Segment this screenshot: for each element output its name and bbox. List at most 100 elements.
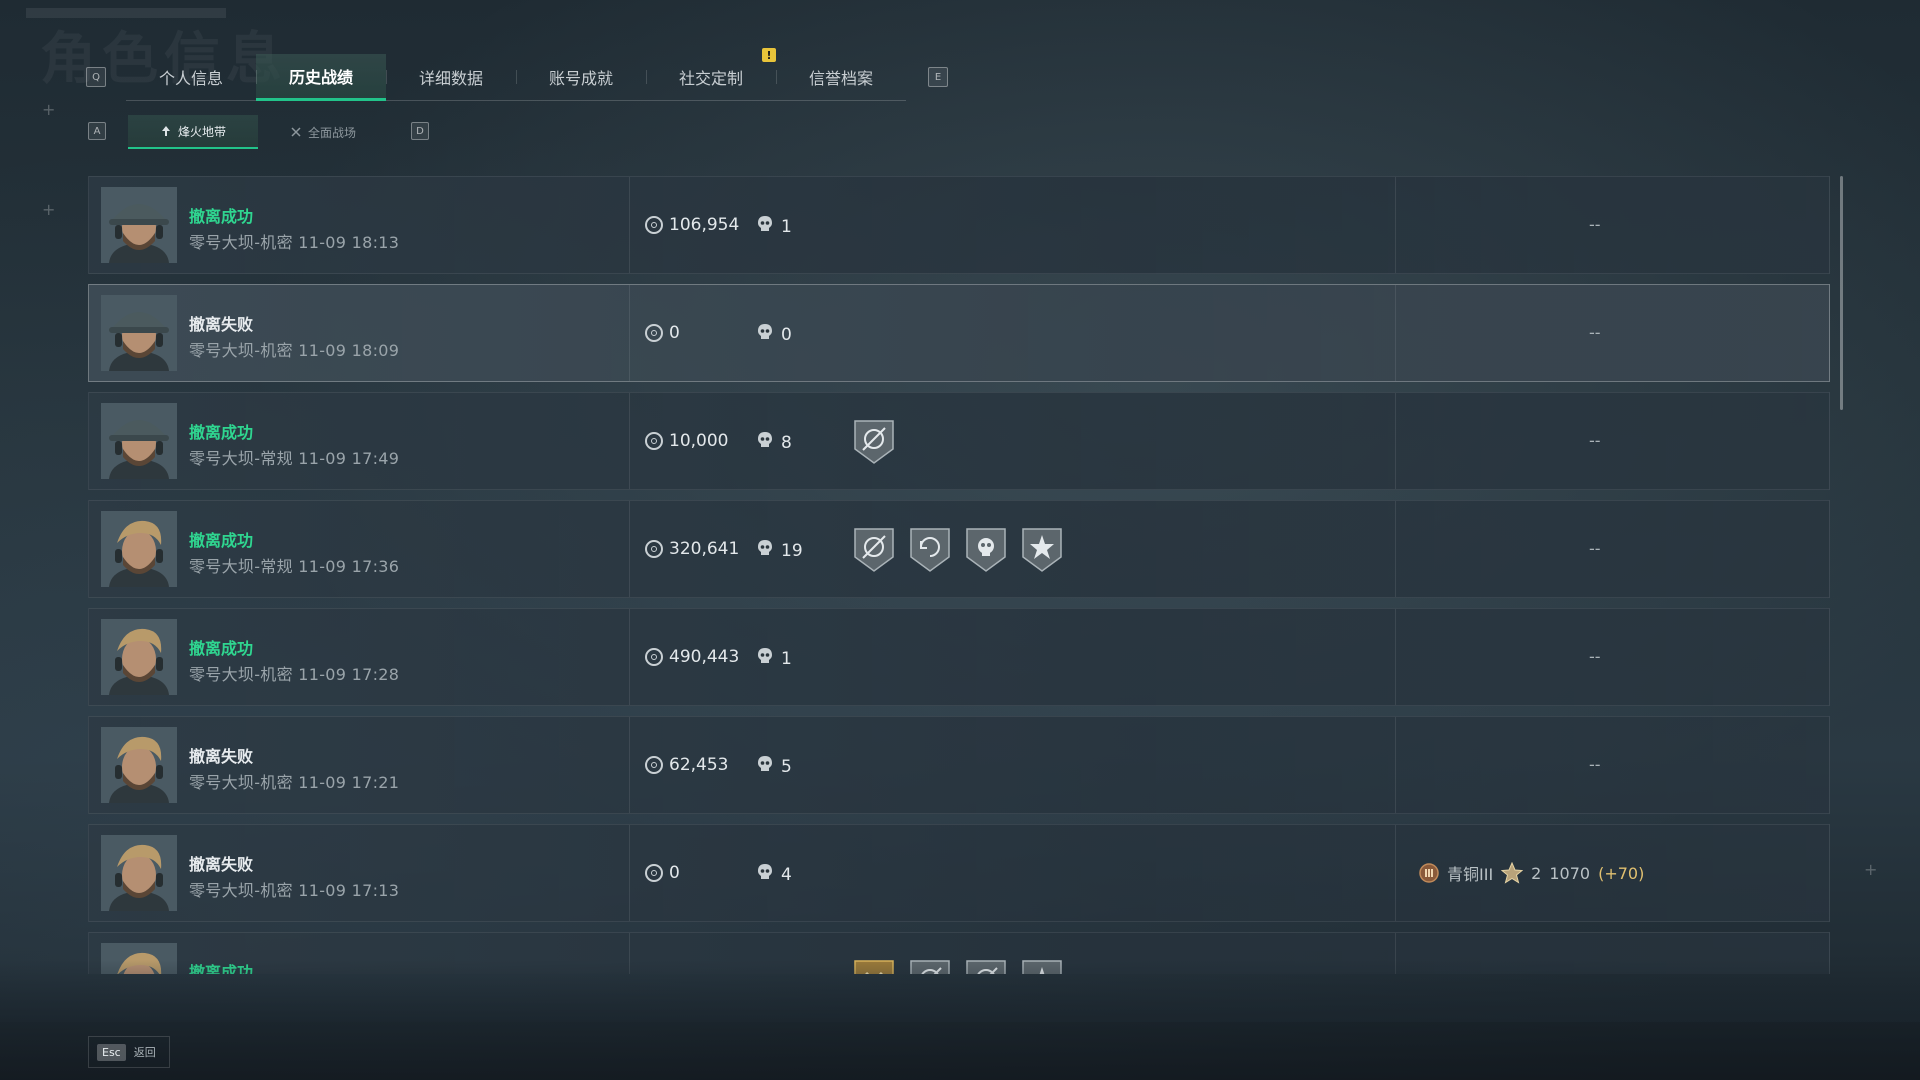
medal-list <box>851 417 897 467</box>
match-record-row[interactable]: 撤离失败 零号大坝-机密 11-09 17:13 0 4 青铜III 2 1070 (+70) <box>88 824 1830 922</box>
kill-count-text: 19 <box>781 540 803 561</box>
crosshair-mark: + <box>42 100 56 119</box>
loot-value-text: 62,453 <box>669 755 729 775</box>
operator-avatar <box>101 619 177 695</box>
kill-count: 8 <box>757 431 792 454</box>
match-record-row[interactable]: 撤离失败 零号大坝-机密 11-09 18:09 0 0 -- <box>88 284 1830 382</box>
extraction-status: 撤离成功 <box>189 531 254 550</box>
key-hint-a[interactable]: A <box>88 122 106 140</box>
crosshair-mark: + <box>1864 860 1878 879</box>
kill-count-text: 1 <box>781 648 792 669</box>
loot-value: 490,443 <box>645 647 739 667</box>
extraction-status: 撤离失败 <box>189 315 254 334</box>
extraction-status: 撤离成功 <box>189 639 254 658</box>
match-record-row[interactable]: 撤离成功 零号大坝-常规 11-09 17:36 320,641 19 -- <box>88 500 1830 598</box>
operator-avatar <box>101 511 177 587</box>
rank-score: 1070 <box>1549 863 1591 883</box>
match-record-row[interactable]: 撤离成功 零号大坝-机密 11-09 17:28 490,443 1 -- <box>88 608 1830 706</box>
mode-subtabs: 烽火地带 全面战场 <box>128 115 388 149</box>
star-icon <box>1501 862 1524 884</box>
row-divider <box>1395 393 1396 489</box>
match-record-row[interactable]: 撤离失败零号大坝-机密 11-09 17:21 62,453 5 -- <box>88 716 1830 814</box>
key-hint-q[interactable]: Q <box>86 67 106 87</box>
reload-badge-icon[interactable] <box>907 525 953 575</box>
kill-count: 5 <box>757 755 792 778</box>
kill-count-text: 1 <box>781 216 792 237</box>
rank-change-placeholder: -- <box>1589 323 1601 342</box>
bottom-bar <box>0 1022 1920 1080</box>
key-hint-e[interactable]: E <box>928 67 948 87</box>
row-divider <box>1395 825 1396 921</box>
skull-icon <box>757 431 773 454</box>
coin-icon <box>645 432 663 450</box>
row-divider <box>1395 501 1396 597</box>
loot-value-text: 10,000 <box>669 431 729 451</box>
extraction-status: 撤离成功 <box>189 423 254 442</box>
back-label: 返回 <box>133 1046 156 1059</box>
kill-count: 1 <box>757 215 792 238</box>
kill-count-text: 8 <box>781 432 792 453</box>
notification-badge: ! <box>762 48 776 62</box>
coin-icon <box>645 756 663 774</box>
rank-score-delta: (+70) <box>1598 863 1645 883</box>
list-scrollbar[interactable] <box>1840 176 1843 410</box>
main-tabs: 个人信息 历史战绩 详细数据 账号成就 社交定制 信誉档案 <box>126 54 906 101</box>
extraction-status: 撤离失败 <box>189 747 254 766</box>
bronze-rank-icon <box>1419 863 1439 883</box>
skull-icon <box>757 215 773 238</box>
loot-value: 320,641 <box>645 539 739 559</box>
loot-value: 10,000 <box>645 431 728 451</box>
tab-social-custom[interactable]: 社交定制 <box>646 54 776 100</box>
rank-change: 青铜III 2 1070 (+70) <box>1419 861 1644 885</box>
row-divider <box>1395 285 1396 381</box>
subtab-label: 全面战场 <box>307 125 356 140</box>
crosshair-badge-icon[interactable] <box>851 417 897 467</box>
kill-count: 0 <box>757 323 792 346</box>
subtab-extraction[interactable]: 烽火地带 <box>128 115 258 149</box>
crosshair-badge-icon[interactable] <box>851 525 897 575</box>
match-record-row[interactable]: 撤离成功 零号大坝-常规 11-09 17:49 10,000 8 -- <box>88 392 1830 490</box>
rank-change-placeholder: -- <box>1589 539 1601 558</box>
warfare-mode-icon <box>291 127 301 137</box>
map-and-time: 零号大坝-机密 11-09 17:13 <box>189 881 400 900</box>
tab-match-history[interactable]: 历史战绩 <box>256 54 386 101</box>
rank-change-placeholder: -- <box>1589 647 1601 666</box>
back-button[interactable]: Esc 返回 <box>88 1036 170 1068</box>
operator-avatar <box>101 727 177 803</box>
row-divider <box>1395 717 1396 813</box>
tab-achievements[interactable]: 账号成就 <box>516 54 646 100</box>
tab-detailed-data[interactable]: 详细数据 <box>386 54 516 100</box>
loot-value-text: 106,954 <box>669 215 740 235</box>
subtab-warfare[interactable]: 全面战场 <box>258 115 388 149</box>
coin-icon <box>645 648 663 666</box>
loot-value-text: 320,641 <box>669 539 740 559</box>
list-fade-overlay <box>0 960 1920 1022</box>
loot-value: 0 <box>645 323 680 343</box>
operator-avatar <box>101 295 177 371</box>
rank-change-placeholder: -- <box>1589 215 1601 234</box>
key-hint-d[interactable]: D <box>411 122 429 140</box>
kill-count-text: 4 <box>781 864 792 885</box>
tab-credit-record[interactable]: 信誉档案 <box>776 54 906 100</box>
burst-badge-icon[interactable] <box>1019 525 1065 575</box>
tab-personal-info[interactable]: 个人信息 <box>126 54 256 100</box>
operator-avatar <box>101 187 177 263</box>
kill-count: 19 <box>757 539 803 562</box>
row-divider <box>1395 609 1396 705</box>
rank-change-placeholder: -- <box>1589 755 1601 774</box>
kill-count: 4 <box>757 863 792 886</box>
coin-icon <box>645 864 663 882</box>
extraction-status: 撤离失败 <box>189 855 254 874</box>
subtab-label: 烽火地带 <box>177 124 226 139</box>
loot-value-text: 0 <box>669 863 680 883</box>
row-divider <box>629 717 630 813</box>
loot-value: 106,954 <box>645 215 739 235</box>
skull-badge-icon[interactable] <box>963 525 1009 575</box>
map-and-time: 零号大坝-机密 11-09 17:21 <box>189 773 400 792</box>
map-and-time: 零号大坝-机密 11-09 18:13 <box>189 233 400 252</box>
match-history-list: 撤离成功 零号大坝-机密 11-09 18:13 106,954 1 -- 撤离失败 零号大… <box>88 176 1832 974</box>
kill-count-text: 0 <box>781 324 792 345</box>
match-record-row[interactable]: 撤离成功 零号大坝-机密 11-09 18:13 106,954 1 -- <box>88 176 1830 274</box>
operator-avatar <box>101 403 177 479</box>
operator-avatar <box>101 835 177 911</box>
